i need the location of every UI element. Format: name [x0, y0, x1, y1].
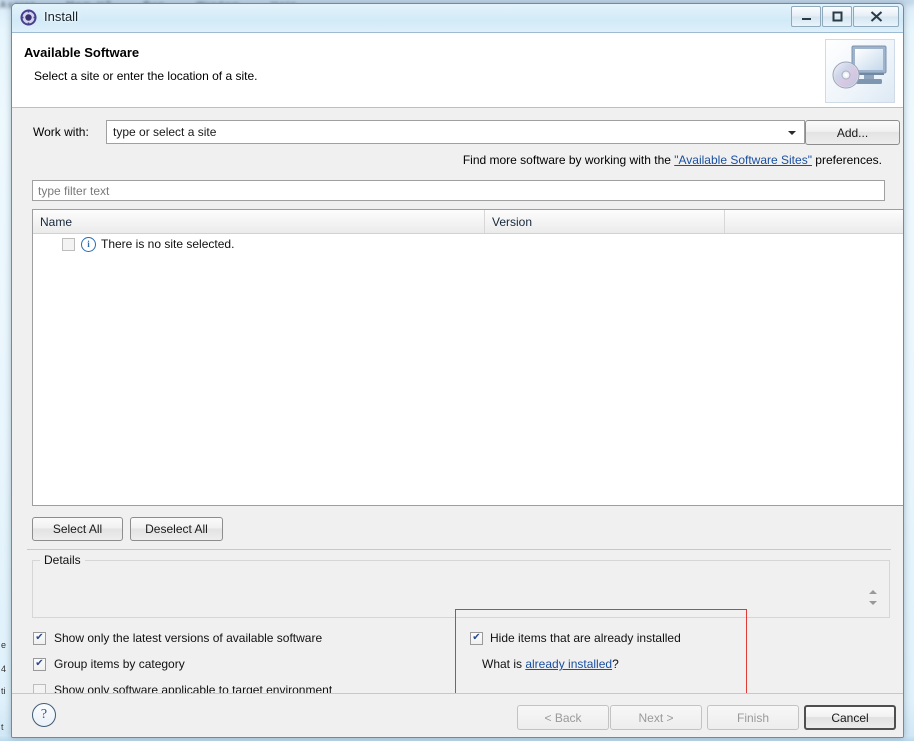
available-software-sites-link[interactable]: "Available Software Sites"	[674, 153, 812, 167]
what-is-suffix: ?	[612, 657, 619, 671]
close-button[interactable]	[853, 6, 899, 27]
install-dialog: Install Available Software Select a site…	[11, 3, 904, 738]
section-divider	[27, 549, 891, 550]
dialog-banner: Available Software Select a site or ente…	[12, 33, 903, 108]
spinner-up-down-icon[interactable]	[867, 586, 879, 608]
details-panel	[32, 560, 890, 618]
window-title: Install	[44, 9, 78, 24]
option-hide-installed[interactable]: ✔ Hide items that are already installed	[470, 631, 681, 645]
already-installed-link[interactable]: already installed	[525, 657, 612, 671]
table-row[interactable]: i There is no site selected.	[33, 234, 234, 254]
option-latest-versions-checkbox[interactable]: ✔	[33, 631, 46, 645]
window-controls	[790, 6, 899, 27]
column-header-version[interactable]: Version	[485, 210, 725, 233]
row-name: There is no site selected.	[101, 237, 235, 251]
option-latest-versions-label: Show only the latest versions of availab…	[54, 631, 323, 645]
option-group-by-category-label: Group items by category	[54, 657, 185, 671]
maximize-button[interactable]	[822, 6, 852, 27]
monitor-with-disc-icon	[825, 39, 895, 103]
finish-button[interactable]: Finish	[707, 705, 799, 730]
minimize-button[interactable]	[791, 6, 821, 27]
page-subtitle: Select a site or enter the location of a…	[34, 69, 258, 83]
help-question-icon[interactable]: ?	[32, 703, 56, 727]
title-bar[interactable]: Install	[12, 4, 903, 33]
option-group-by-category[interactable]: ✔ Group items by category	[33, 657, 185, 671]
chevron-down-icon[interactable]	[788, 131, 796, 135]
column-header-extra[interactable]	[725, 210, 903, 233]
cancel-button[interactable]: Cancel	[804, 705, 896, 730]
table-header: Name Version	[33, 210, 903, 234]
what-is-prefix: What is	[482, 657, 526, 671]
find-more-text: Find more software by working with the "…	[463, 153, 882, 167]
install-gear-icon	[20, 9, 37, 26]
select-all-button[interactable]: Select All	[32, 517, 123, 541]
work-with-row: Work with: type or select a site Add...	[12, 120, 903, 146]
minimize-icon	[801, 18, 811, 20]
filter-placeholder: type filter text	[38, 184, 110, 198]
spinner-down-arrow[interactable]	[869, 600, 877, 605]
info-icon: i	[81, 236, 96, 252]
dialog-body: Work with: type or select a site Add... …	[12, 108, 903, 723]
work-with-label: Work with:	[33, 125, 89, 139]
option-hide-installed-label: Hide items that are already installed	[490, 631, 681, 645]
option-group-by-category-checkbox[interactable]: ✔	[33, 657, 46, 671]
find-more-prefix: Find more software by working with the	[462, 153, 675, 167]
bg-side-label-3: t	[1, 722, 4, 732]
close-icon	[870, 11, 882, 22]
filter-input[interactable]: type filter text	[32, 180, 885, 201]
details-legend: Details	[40, 553, 85, 567]
software-table[interactable]: Name Version i There is no site selected…	[32, 209, 903, 506]
bg-side-label-0: e	[1, 640, 7, 650]
page-title: Available Software	[24, 45, 140, 60]
bg-side-label-2: ti	[1, 686, 6, 696]
dialog-footer: ? < Back Next > Finish Cancel	[12, 693, 903, 737]
column-header-name[interactable]: Name	[33, 210, 485, 233]
what-is-installed-text: What is already installed?	[482, 657, 619, 671]
option-hide-installed-checkbox[interactable]: ✔	[470, 631, 483, 645]
work-with-combo[interactable]: type or select a site	[106, 120, 805, 144]
find-more-suffix: preferences.	[811, 153, 882, 167]
back-button[interactable]: < Back	[517, 705, 609, 730]
deselect-all-button[interactable]: Deselect All	[130, 517, 223, 541]
work-with-placeholder: type or select a site	[113, 125, 217, 139]
bg-side-label-1: 4	[1, 664, 7, 674]
maximize-icon	[832, 11, 842, 22]
option-latest-versions[interactable]: ✔ Show only the latest versions of avail…	[33, 631, 322, 645]
row-checkbox[interactable]	[62, 237, 75, 251]
next-button[interactable]: Next >	[610, 705, 702, 730]
spinner-up-arrow[interactable]	[869, 589, 877, 594]
add-site-button[interactable]: Add...	[805, 120, 900, 145]
